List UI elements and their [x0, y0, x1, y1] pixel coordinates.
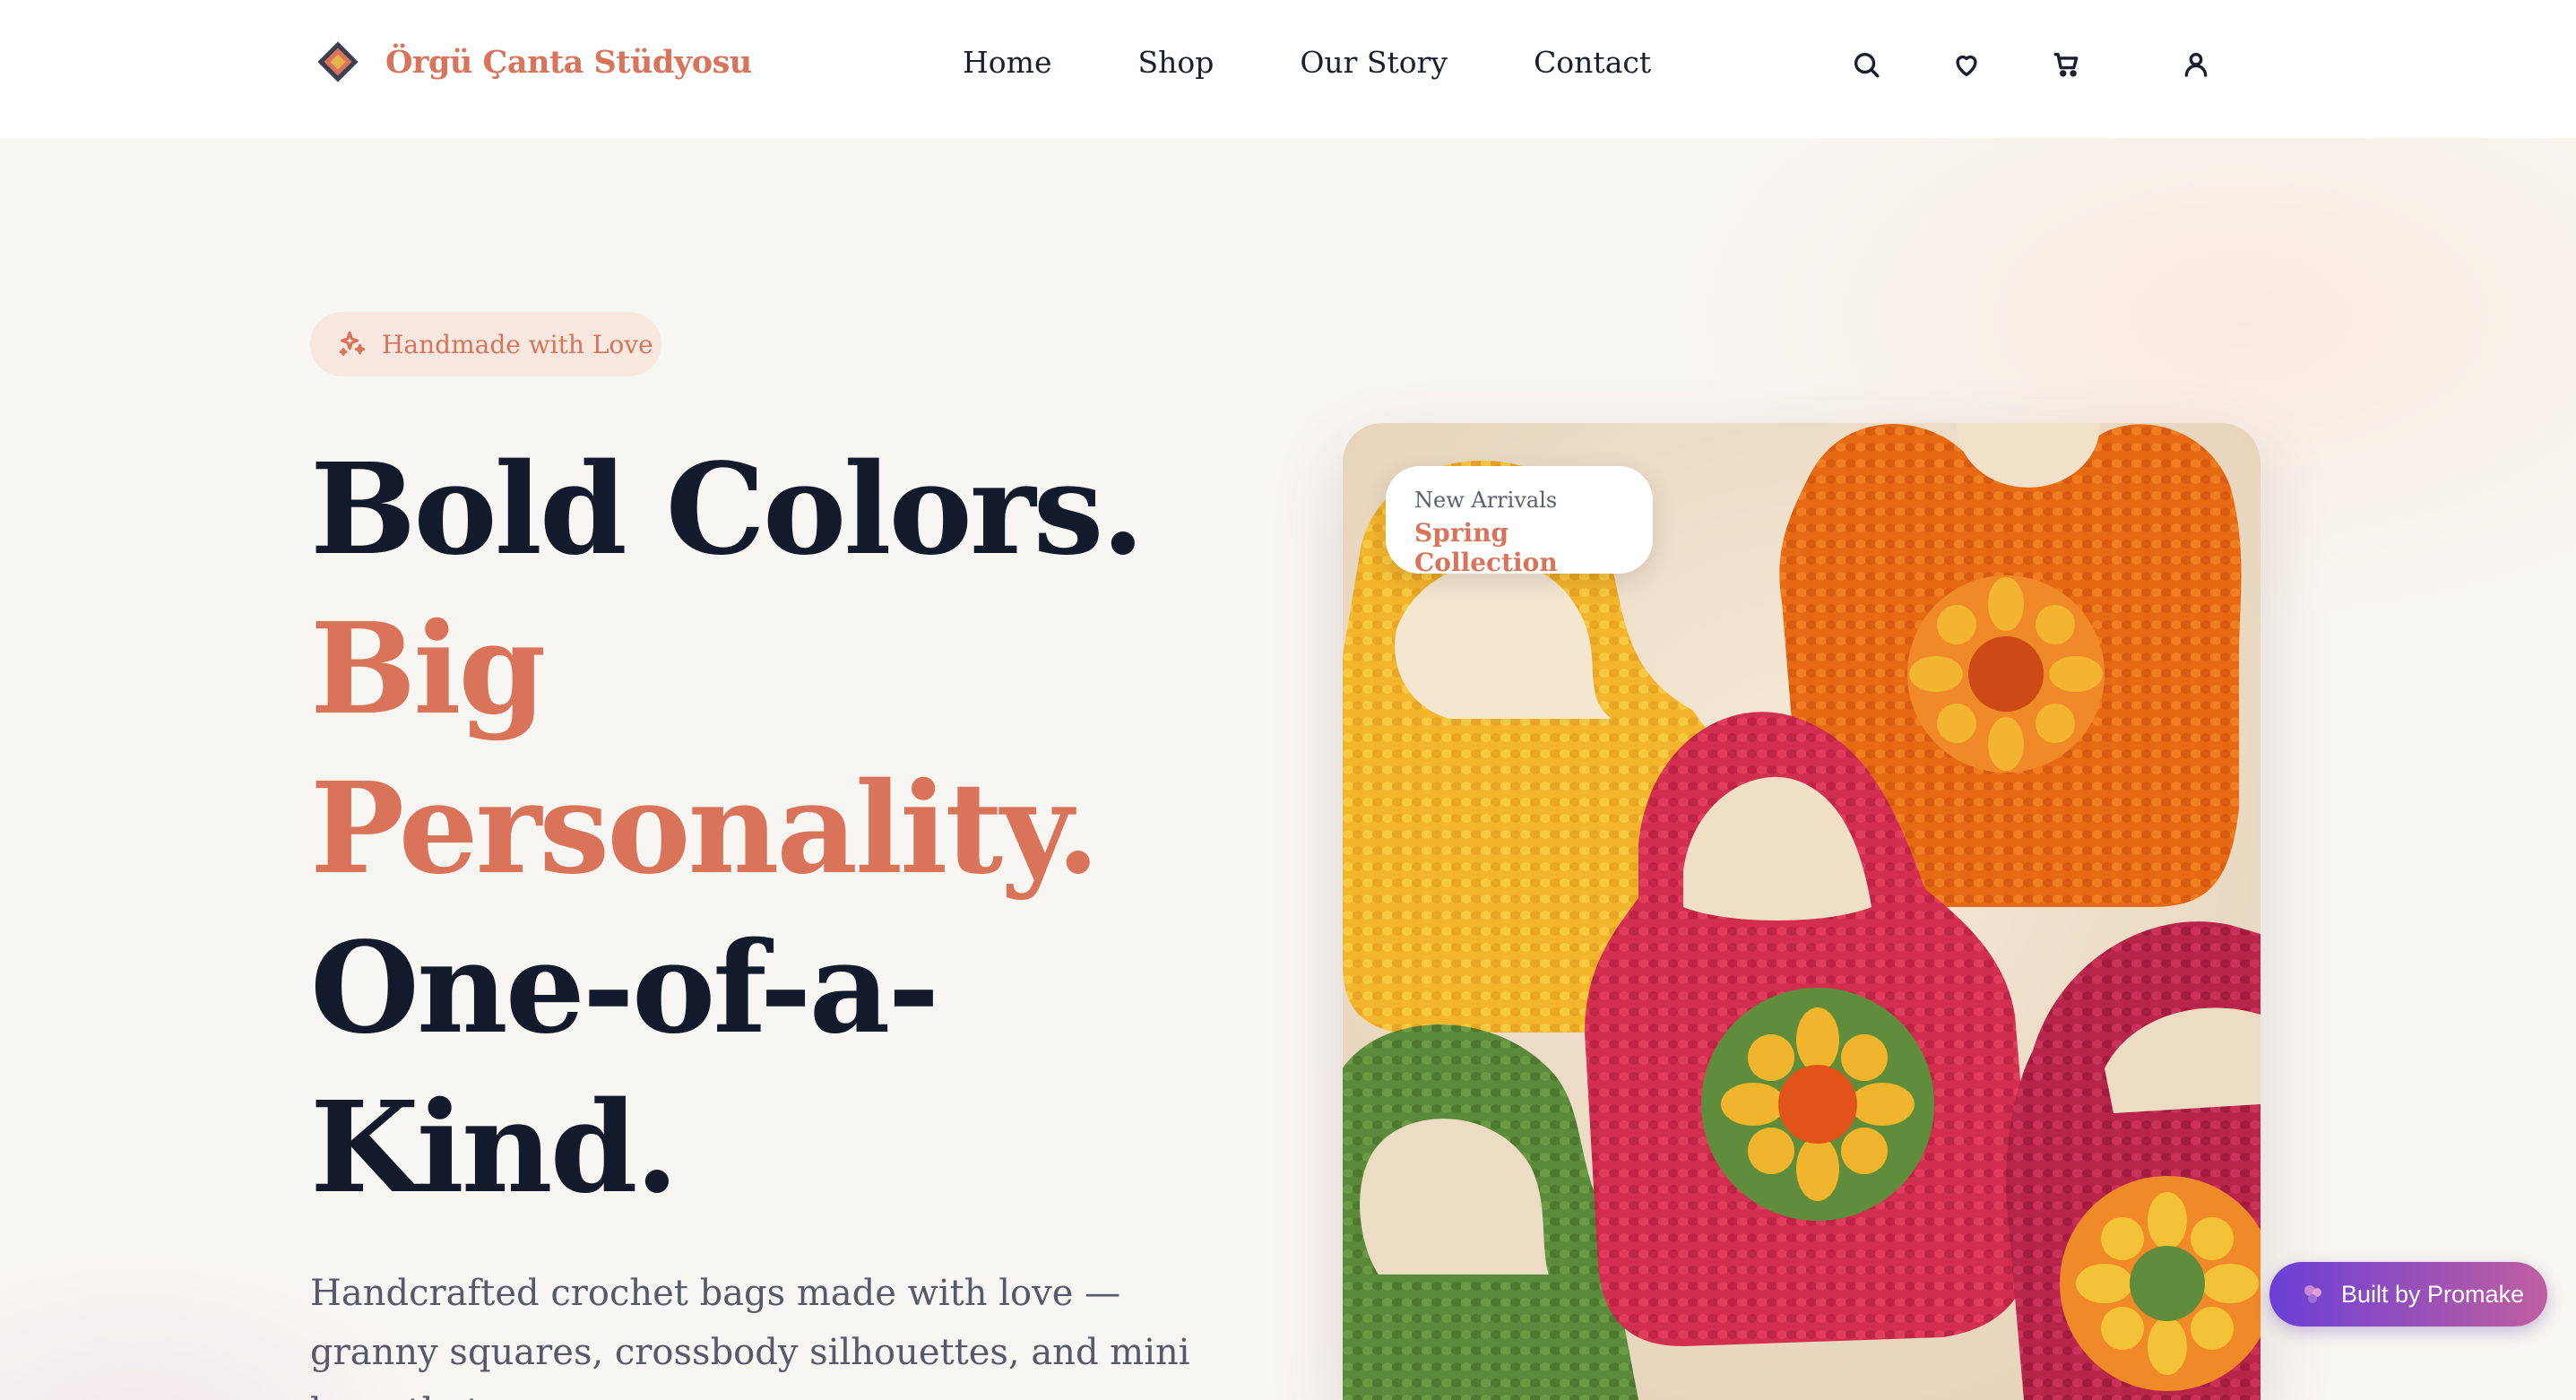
cart-button[interactable]: [2049, 47, 2085, 82]
main-nav: Home Shop Our Story Contact: [963, 45, 1737, 80]
headline-line-5: Kind.: [310, 1075, 679, 1222]
nav-home[interactable]: Home: [963, 45, 1051, 80]
headline-line-4: One-of-a-: [310, 915, 939, 1062]
logo-icon: [317, 41, 359, 82]
badge-label: Handmade with Love: [382, 329, 653, 359]
nav-contact[interactable]: Contact: [1534, 45, 1651, 80]
header-actions: [1848, 47, 2214, 82]
new-arrivals-tag[interactable]: New Arrivals Spring Collection: [1386, 466, 1653, 577]
headline-line-1: Bold Colors.: [310, 436, 1145, 583]
tag-title: Spring Collection: [1414, 518, 1558, 577]
handmade-badge: Handmade with Love: [310, 312, 661, 376]
search-icon: [1854, 52, 1880, 78]
heart-icon: [1956, 55, 1977, 77]
search-button[interactable]: [1848, 47, 1884, 82]
sparkle-icon: [339, 331, 366, 356]
cart-icon: [2053, 52, 2079, 77]
hero-subtitle: Handcrafted crochet bags made with love …: [310, 1273, 1190, 1400]
logo[interactable]: Örgü Çanta Stüdyosu: [316, 39, 752, 84]
user-icon: [2184, 52, 2208, 77]
tag-subtitle: New Arrivals: [1414, 488, 1558, 513]
site-header: Örgü Çanta Stüdyosu Home Shop Our Story …: [0, 0, 2576, 138]
headline-line-2: Big: [310, 596, 546, 743]
hero-headline: Bold Colors. Big Personality. One-of-a- …: [310, 430, 1296, 1228]
nav-our-story[interactable]: Our Story: [1300, 45, 1448, 80]
nav-shop[interactable]: Shop: [1137, 45, 1214, 80]
built-by-promake-button[interactable]: Built by Promake: [2269, 1262, 2547, 1327]
promake-logo-icon: [2304, 1285, 2321, 1303]
promake-label: Built by Promake: [2341, 1280, 2525, 1308]
wishlist-button[interactable]: [1949, 47, 1984, 82]
headline-line-3: Personality.: [310, 756, 1100, 903]
account-button[interactable]: [2178, 47, 2214, 82]
brand-name: Örgü Çanta Stüdyosu: [385, 43, 752, 81]
